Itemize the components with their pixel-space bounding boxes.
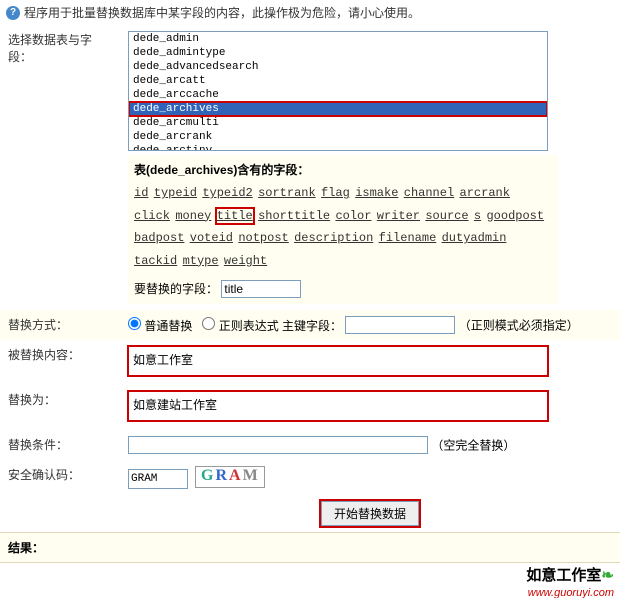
field-link[interactable]: goodpost [486, 209, 544, 223]
field-link[interactable]: typeid2 [202, 186, 252, 200]
field-link[interactable]: tackid [134, 254, 177, 268]
table-item[interactable]: dede_admin [129, 32, 547, 46]
label-condition: 替换条件： [0, 430, 120, 460]
label-replace-to: 替换为： [0, 385, 120, 430]
main-form: 选择数据表与字段： dede_admindede_admintypedede_a… [0, 25, 620, 532]
table-item[interactable]: dede_arcatt [129, 74, 547, 88]
condition-note: （空完全替换） [431, 439, 515, 453]
leaf-icon: ❧ [601, 568, 614, 584]
field-link[interactable]: s [474, 209, 481, 223]
fields-panel: 表(dede_archives)含有的字段： id typeid typeid2… [128, 155, 558, 304]
field-link[interactable]: click [134, 209, 170, 223]
field-to-replace-input[interactable] [221, 280, 301, 298]
field-link[interactable]: filename [379, 231, 437, 245]
field-link[interactable]: shorttitle [258, 209, 330, 223]
field-link[interactable]: arcrank [460, 186, 510, 200]
mode-normal-option[interactable]: 普通替换 [128, 319, 192, 333]
submit-button[interactable]: 开始替换数据 [321, 501, 419, 526]
table-item[interactable]: dede_arctiny [129, 144, 547, 151]
field-link[interactable]: title [217, 209, 253, 223]
watermark-logo: 如意工作室❧ www.guoruyi.com [526, 564, 614, 598]
field-link[interactable]: badpost [134, 231, 184, 245]
field-link[interactable]: channel [404, 186, 454, 200]
regex-note: （正则模式必须指定） [459, 319, 579, 333]
label-select-table: 选择数据表与字段： [0, 25, 120, 310]
table-item[interactable]: dede_arccache [129, 88, 547, 102]
warning-bar: ? 程序用于批量替换数据库中某字段的内容，此操作极为危险，请小心使用。 [0, 0, 620, 25]
field-link[interactable]: description [294, 231, 373, 245]
table-item[interactable]: dede_advancedsearch [129, 60, 547, 74]
field-link[interactable]: source [425, 209, 468, 223]
table-item[interactable]: dede_archives [129, 102, 547, 116]
condition-input[interactable] [128, 436, 428, 454]
regex-pk-input[interactable] [345, 316, 455, 334]
table-item[interactable]: dede_arcmulti [129, 116, 547, 130]
field-link[interactable]: voteid [190, 231, 233, 245]
field-link[interactable]: sortrank [258, 186, 316, 200]
result-header: 结果： [0, 532, 620, 563]
captcha-image[interactable]: GRAM [195, 466, 265, 488]
tables-listbox[interactable]: dede_admindede_admintypedede_advancedsea… [128, 31, 548, 151]
warning-text: 程序用于批量替换数据库中某字段的内容，此操作极为危险，请小心使用。 [24, 4, 420, 21]
field-to-replace-label: 要替换的字段： [134, 282, 218, 296]
footer: 如意工作室❧ www.guoruyi.com [0, 563, 620, 598]
field-link[interactable]: id [134, 186, 148, 200]
security-code-input[interactable] [128, 469, 188, 489]
label-security-code: 安全确认码： [0, 460, 120, 494]
fields-list: id typeid typeid2 sortrank flag ismake c… [134, 182, 552, 272]
field-link[interactable]: mtype [183, 254, 219, 268]
fields-header: 表(dede_archives)含有的字段： [134, 161, 552, 178]
table-item[interactable]: dede_arcrank [129, 130, 547, 144]
field-link[interactable]: money [175, 209, 211, 223]
table-item[interactable]: dede_admintype [129, 46, 547, 60]
info-icon: ? [6, 6, 20, 20]
label-replaced-content: 被替换内容： [0, 340, 120, 385]
field-link[interactable]: typeid [154, 186, 197, 200]
field-link[interactable]: ismake [355, 186, 398, 200]
field-link[interactable]: color [335, 209, 371, 223]
field-link[interactable]: weight [224, 254, 267, 268]
replaced-content-input[interactable] [128, 346, 548, 376]
field-link[interactable]: notpost [238, 231, 288, 245]
label-replace-mode: 替换方式： [0, 310, 120, 340]
mode-regex-option[interactable]: 正则表达式 主键字段： [202, 319, 342, 333]
replace-to-input[interactable] [128, 391, 548, 421]
field-link[interactable]: dutyadmin [442, 231, 507, 245]
field-link[interactable]: writer [377, 209, 420, 223]
field-link[interactable]: flag [321, 186, 350, 200]
